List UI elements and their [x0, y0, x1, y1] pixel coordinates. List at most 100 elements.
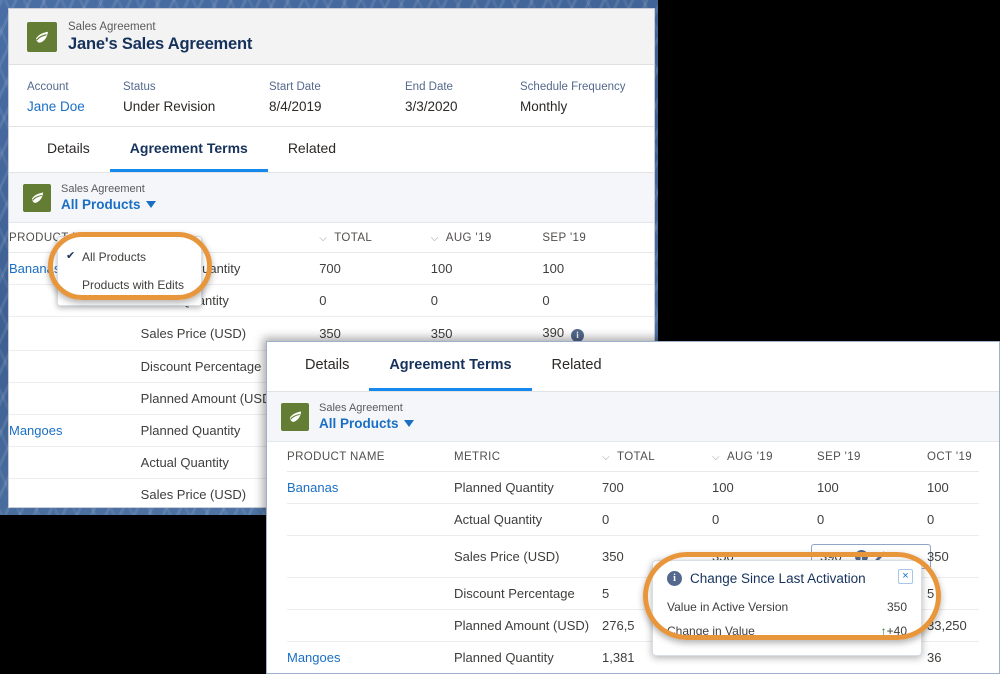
cell-product — [9, 317, 141, 351]
menu-item-label: Products with Edits — [82, 278, 184, 292]
cell-product[interactable]: Mangoes — [287, 642, 454, 674]
info-icon[interactable]: i — [571, 329, 584, 342]
sales-agreement-icon — [27, 22, 57, 52]
field-start-date: Start Date 8/4/2019 — [269, 79, 405, 110]
front-grid-toolbar: Sales Agreement All Products — [267, 392, 999, 442]
menu-item-all-products[interactable]: ✔ All Products — [58, 243, 201, 271]
cell-aug: 100 — [712, 472, 817, 504]
cell-oct: 0 — [927, 504, 979, 536]
cell-aug: 0 — [712, 504, 817, 536]
product-link[interactable]: Bananas — [9, 261, 60, 276]
popover-row-label: Change in Value — [667, 624, 755, 638]
cell-aug: 0 — [431, 285, 543, 317]
field-value-link[interactable]: Jane Doe — [27, 97, 123, 117]
field-schedule-frequency: Schedule Frequency Monthly — [520, 79, 625, 110]
page-title: Jane's Sales Agreement — [68, 35, 252, 54]
tab-details[interactable]: Details — [285, 342, 369, 391]
product-link[interactable]: Mangoes — [9, 423, 62, 438]
table-row: Actual Quantity 0 0 0 0 — [287, 504, 979, 536]
cell-oct: 5 — [927, 578, 979, 610]
product-filter-menu[interactable]: ✔ All Products Products with Edits — [57, 236, 202, 306]
table-row: Bananas Planned Quantity 700 100 100 100 — [287, 472, 979, 504]
field-value: 8/4/2019 — [269, 97, 405, 117]
close-icon[interactable]: × — [898, 569, 913, 584]
product-link[interactable]: Mangoes — [287, 650, 340, 665]
tab-details[interactable]: Details — [27, 127, 110, 172]
field-label: Schedule Frequency — [520, 79, 625, 95]
cell-product — [9, 446, 141, 478]
column-aug-19[interactable]: ⌵AUG '19 — [431, 223, 543, 253]
cell-oct: 100 — [927, 472, 979, 504]
cell-metric: Planned Quantity — [454, 472, 602, 504]
cell-oct: 350 — [927, 536, 979, 578]
cell-total: 700 — [602, 472, 712, 504]
table-header-row: PRODUCT NAME METRIC ⌵TOTAL ⌵AUG '19 SEP … — [287, 442, 979, 472]
column-product-name[interactable]: PRODUCT NAME — [287, 442, 454, 472]
record-field-strip: Account Jane Doe Status Under Revision S… — [9, 65, 654, 127]
tab-agreement-terms[interactable]: Agreement Terms — [110, 127, 268, 172]
menu-item-products-with-edits[interactable]: Products with Edits — [58, 271, 201, 299]
field-label: End Date — [405, 79, 520, 95]
chevron-down-icon: ⌵ — [431, 233, 439, 244]
record-header: Sales Agreement Jane's Sales Agreement — [9, 9, 654, 65]
field-account: Account Jane Doe — [27, 79, 123, 110]
cell-total: 0 — [319, 285, 431, 317]
toolbar-eyebrow: Sales Agreement — [319, 401, 414, 415]
popover-row-change-in-value: Change in Value ↑+40 — [667, 619, 907, 643]
tab-agreement-terms[interactable]: Agreement Terms — [369, 342, 531, 391]
cell-product — [9, 382, 141, 414]
column-total[interactable]: ⌵TOTAL — [319, 223, 431, 253]
column-oct-19[interactable]: OCT '19 — [927, 442, 979, 472]
cell-total: 0 — [602, 504, 712, 536]
cell-product — [9, 478, 141, 508]
column-sep-19[interactable]: SEP '19 — [817, 442, 927, 472]
cell-metric: Planned Quantity — [454, 642, 602, 674]
tab-related[interactable]: Related — [268, 127, 356, 172]
chevron-down-icon — [404, 420, 414, 427]
cell-product[interactable]: Bananas — [287, 472, 454, 504]
field-status: Status Under Revision — [123, 79, 269, 110]
popover-row-active-version: Value in Active Version 350 — [667, 595, 907, 619]
cell-oct: 33,250 — [927, 610, 979, 642]
popover-row-value: 350 — [887, 600, 907, 614]
product-filter-value: All Products — [61, 196, 141, 213]
cell-total: 700 — [319, 253, 431, 285]
tab-related[interactable]: Related — [532, 342, 622, 391]
screenshot-stage: Sales Agreement Jane's Sales Agreement A… — [0, 0, 1000, 674]
product-filter-dropdown-trigger[interactable]: All Products — [319, 415, 414, 432]
check-icon: ✔ — [66, 249, 75, 262]
cell-product — [287, 610, 454, 642]
cell-aug: 100 — [431, 253, 543, 285]
field-end-date: End Date 3/3/2020 — [405, 79, 520, 110]
column-total[interactable]: ⌵TOTAL — [602, 442, 712, 472]
column-metric[interactable]: METRIC — [454, 442, 602, 472]
column-sep-19[interactable]: SEP '19 — [542, 223, 654, 253]
cell-sep: 100 — [542, 253, 654, 285]
popover-title: Change Since Last Activation — [690, 571, 866, 586]
cell-sep: 100 — [817, 472, 927, 504]
chevron-down-icon: ⌵ — [712, 452, 720, 463]
field-label: Account — [27, 79, 123, 95]
cell-product — [9, 350, 141, 382]
front-tab-bar: Details Agreement Terms Related — [267, 342, 999, 392]
cell-metric: Planned Amount (USD) — [454, 610, 602, 642]
cell-product[interactable]: Mangoes — [9, 414, 141, 446]
column-aug-19[interactable]: ⌵AUG '19 — [712, 442, 817, 472]
toolbar-eyebrow: Sales Agreement — [61, 182, 156, 196]
chevron-down-icon: ⌵ — [319, 233, 327, 244]
cell-product — [287, 536, 454, 578]
product-link[interactable]: Bananas — [287, 480, 338, 495]
chevron-down-icon — [146, 201, 156, 208]
popover-header: i Change Since Last Activation — [667, 571, 907, 586]
cell-metric: Sales Price (USD) — [454, 536, 602, 578]
cell-metric: Actual Quantity — [454, 504, 602, 536]
product-filter-dropdown-trigger[interactable]: All Products — [61, 196, 156, 213]
back-tab-bar: Details Agreement Terms Related — [9, 127, 654, 173]
product-filter-value: All Products — [319, 415, 399, 432]
field-label: Start Date — [269, 79, 405, 95]
sales-agreement-icon — [281, 403, 309, 431]
field-value: 3/3/2020 — [405, 97, 520, 117]
record-eyebrow: Sales Agreement — [68, 20, 252, 35]
cell-oct: 36 — [927, 642, 979, 674]
field-label: Status — [123, 79, 269, 95]
